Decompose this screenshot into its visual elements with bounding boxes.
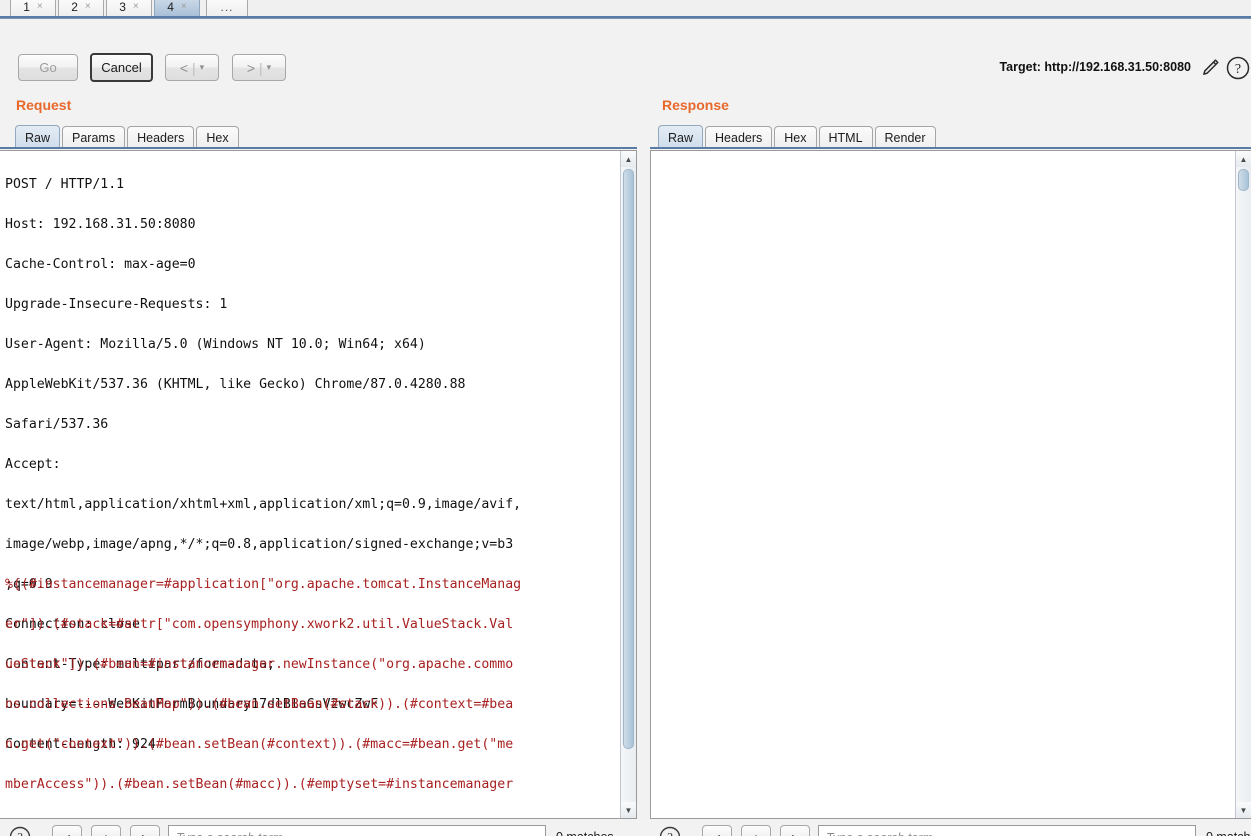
forward-arrow-icon: > | ▾	[246, 59, 272, 76]
request-section-title: Request	[16, 97, 72, 113]
request-line: text/html,application/xhtml+xml,applicat…	[5, 497, 522, 512]
request-line: POST / HTTP/1.1	[5, 177, 125, 192]
back-button[interactable]: < | ▾	[165, 54, 219, 81]
request-line: image/webp,image/apng,*/*;q=0.8,applicat…	[5, 537, 514, 552]
repeater-tab-strip: 1 × 2 × 3 × 4 × ...	[0, 0, 1251, 18]
repeater-tab-1[interactable]: 1 ×	[10, 0, 56, 16]
chevron-down-icon[interactable]: ▾	[267, 62, 272, 73]
request-line: AppleWebKit/537.36 (KHTML, like Gecko) C…	[5, 377, 466, 392]
payload-line: n.get("context")).(#bean.setBean(#contex…	[5, 737, 514, 752]
target-label: Target: http://192.168.31.50:8080	[999, 60, 1191, 74]
request-payload-text: %{(#instancemanager=#application["org.ap…	[5, 555, 605, 818]
repeater-tab-label: 4	[167, 0, 174, 14]
payload-line: er"]).(#stack=#attr["com.opensymphony.xw…	[5, 617, 514, 632]
search-input[interactable]: Type a search term	[818, 825, 1196, 836]
request-tab-underline	[0, 147, 637, 149]
request-line: Safari/537.36	[5, 417, 109, 432]
request-line: Cache-Control: max-age=0	[5, 257, 196, 272]
help-icon[interactable]: ?	[658, 825, 682, 836]
search-match-count: 0 matches	[556, 830, 614, 836]
cancel-button-label: Cancel	[101, 60, 142, 75]
cancel-button[interactable]: Cancel	[90, 53, 153, 82]
payload-line: mberAccess")).(#bean.setBean(#macc)).(#e…	[5, 777, 514, 792]
go-button-label: Go	[39, 60, 57, 75]
search-prev-button[interactable]: <	[52, 825, 82, 836]
scroll-down-icon[interactable]: ▼	[1236, 802, 1251, 818]
back-arrow-icon: < | ▾	[179, 59, 205, 76]
request-line: Accept:	[5, 457, 61, 472]
request-editor[interactable]: POST / HTTP/1.1 Host: 192.168.31.50:8080…	[0, 150, 637, 819]
svg-text:?: ?	[667, 831, 673, 836]
forward-button[interactable]: > | ▾	[232, 54, 286, 81]
scroll-down-icon[interactable]: ▼	[621, 802, 636, 818]
request-line: User-Agent: Mozilla/5.0 (Windows NT 10.0…	[5, 337, 426, 352]
request-tab-raw[interactable]: Raw	[15, 125, 61, 149]
response-vertical-scrollbar[interactable]: ▲ ▼	[1235, 151, 1251, 818]
search-next-button[interactable]: >	[780, 825, 810, 836]
help-icon[interactable]: ?	[8, 825, 32, 836]
repeater-toolbar: Go Cancel < | ▾ > | ▾ Target: http://192…	[0, 19, 1251, 82]
payload-line: .newInstance("java.util.HashSet")).(#bea…	[5, 815, 605, 818]
pane-divider[interactable]	[639, 150, 649, 819]
search-input[interactable]: Type a search term	[168, 825, 546, 836]
response-tab-raw[interactable]: Raw	[658, 125, 704, 149]
response-tab-underline	[650, 147, 1251, 149]
repeater-tab-4[interactable]: 4 ×	[154, 0, 200, 16]
go-button[interactable]: Go	[18, 54, 78, 81]
close-icon[interactable]: ×	[133, 1, 139, 12]
request-tab-hex[interactable]: Hex	[196, 126, 239, 149]
repeater-tab-label: 1	[23, 0, 30, 14]
response-tab-render[interactable]: Render	[874, 126, 936, 149]
repeater-content: Go Cancel < | ▾ > | ▾ Target: http://192…	[0, 18, 1251, 836]
payload-line: ns.collections.BeanMap")).(#bean.setBean…	[5, 697, 514, 712]
close-icon[interactable]: ×	[37, 1, 43, 12]
scrollbar-thumb[interactable]	[1238, 169, 1249, 191]
scroll-up-icon[interactable]: ▲	[1236, 151, 1251, 167]
repeater-tab-overflow[interactable]: ...	[206, 0, 248, 16]
search-add-button[interactable]: +	[91, 825, 121, 836]
burp-repeater-window: 1 × 2 × 3 × 4 × ... Go Cancel < | ▾ > | …	[0, 0, 1251, 836]
repeater-tab-label: 2	[71, 0, 78, 14]
search-next-button[interactable]: >	[130, 825, 160, 836]
search-prev-button[interactable]: <	[702, 825, 732, 836]
search-match-count: 0 matches	[1206, 830, 1251, 836]
response-search-bar: ? < + > Type a search term 0 matches	[650, 820, 1251, 836]
close-icon[interactable]: ×	[181, 1, 187, 12]
request-line: Host: 192.168.31.50:8080	[5, 217, 196, 232]
svg-text:?: ?	[1235, 62, 1241, 77]
pencil-icon[interactable]	[1199, 57, 1221, 84]
response-editor[interactable]: ▲ ▼	[650, 150, 1251, 819]
scroll-up-icon[interactable]: ▲	[621, 151, 636, 167]
request-search-bar: ? < + > Type a search term 0 matches	[0, 820, 637, 836]
payload-line: %{(#instancemanager=#application["org.ap…	[5, 577, 522, 592]
close-icon[interactable]: ×	[85, 1, 91, 12]
repeater-tab-label: ...	[220, 0, 234, 14]
help-icon[interactable]: ?	[1225, 55, 1251, 86]
request-tab-headers[interactable]: Headers	[127, 126, 195, 149]
response-tab-html[interactable]: HTML	[818, 126, 873, 149]
response-tab-bar: Raw Headers Hex HTML Render	[658, 124, 938, 149]
chevron-down-icon[interactable]: ▾	[200, 62, 205, 73]
request-tab-bar: Raw Params Headers Hex	[15, 124, 241, 149]
response-tab-headers[interactable]: Headers	[705, 126, 773, 149]
payload-line: ueStack"]).(#bean=#instancemanager.newIn…	[5, 657, 514, 672]
request-tab-params[interactable]: Params	[62, 126, 126, 149]
response-section-title: Response	[662, 97, 729, 113]
scrollbar-thumb[interactable]	[623, 169, 634, 749]
repeater-tab-label: 3	[119, 0, 126, 14]
svg-text:?: ?	[17, 831, 23, 836]
request-vertical-scrollbar[interactable]: ▲ ▼	[620, 151, 636, 818]
response-tab-hex[interactable]: Hex	[774, 126, 817, 149]
request-line: Upgrade-Insecure-Requests: 1	[5, 297, 228, 312]
repeater-tab-2[interactable]: 2 ×	[58, 0, 104, 16]
repeater-tab-3[interactable]: 3 ×	[106, 0, 152, 16]
search-add-button[interactable]: +	[741, 825, 771, 836]
